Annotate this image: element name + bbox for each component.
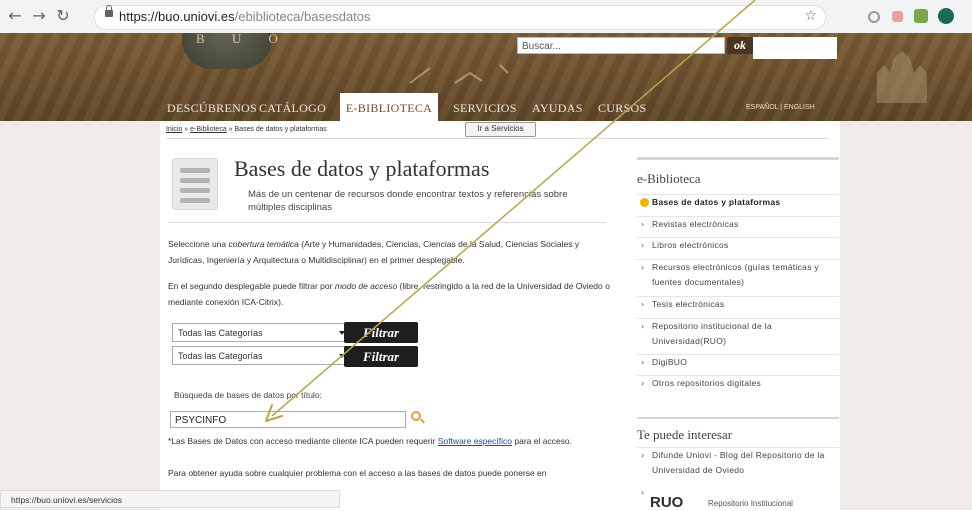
ir-a-servicios-button[interactable]: Ir a Servicios (465, 122, 536, 137)
chevron-right-icon: › (641, 241, 645, 250)
title-search-input[interactable]: PSYCINFO (170, 411, 406, 428)
address-bar[interactable]: https://buo.uniovi.es/ebiblioteca/basesd… (94, 5, 826, 30)
breadcrumb-divider (166, 138, 829, 139)
back-icon[interactable]: ← (6, 7, 24, 25)
nav-catalogo[interactable]: CATÁLOGO (259, 93, 326, 121)
extension-circle-icon[interactable] (868, 11, 880, 23)
chevron-right-icon: › (641, 358, 645, 367)
breadcrumb-inicio-link[interactable]: Inicio (166, 126, 182, 133)
instructions-paragraph-2: En el segundo desplegable puede filtrar … (168, 281, 610, 307)
breadcrumb-current: Bases de datos y plataformas (234, 126, 327, 133)
breadcrumb-separator: » (182, 126, 191, 133)
title-search-label: Búsqueda de bases de datos por título: (174, 390, 322, 400)
sidebar-item-repositorio[interactable]: › Repositorio institucional de la Univers… (637, 318, 839, 349)
language-switch[interactable]: ESPAÑOL | ENGLISH (746, 93, 815, 121)
chevron-right-icon: › (641, 220, 645, 229)
nav-ayudas[interactable]: AYUDAS (532, 93, 583, 121)
category-select[interactable]: Todas las Categorías (172, 323, 354, 342)
sidebar-item-libros[interactable]: › Libros electrónicos (637, 237, 839, 253)
page-title: Bases de datos y plataformas (234, 156, 490, 181)
extension-green-icon[interactable] (914, 9, 928, 23)
lock-icon (105, 5, 113, 17)
site-search-input[interactable]: Buscar... (517, 37, 725, 54)
ruo-logo-caption: Repositorio Institucional (708, 499, 793, 508)
category-select-value: Todas las Categorías (178, 328, 263, 338)
search-ok-button[interactable]: ok (727, 37, 753, 54)
nav-servicios[interactable]: SERVICIOS (453, 93, 517, 121)
search-icon[interactable] (411, 411, 421, 421)
sidebar-item-digibuo[interactable]: › DigiBUO (637, 354, 839, 370)
sidebar-item-difunde-uniovi[interactable]: › Difunde Uniovi - Blog del Repositorio d… (637, 447, 839, 478)
chevron-right-icon: › (641, 322, 645, 331)
nav-ebiblioteca[interactable]: E-BIBLIOTECA (340, 93, 438, 121)
castle-icon (877, 51, 927, 103)
sidebar-item-recursos[interactable]: › Recursos electrónicos (guías temáticas … (637, 259, 839, 290)
main-nav: DESCÚBRENOS CATÁLOGO E-BIBLIOTECA SERVIC… (160, 93, 840, 121)
sidebar-item-otros-repositorios[interactable]: › Otros repositorios digitales (637, 375, 839, 391)
content-divider (168, 222, 606, 223)
sidebar-interest-title: Te puede interesar (637, 427, 733, 442)
content-area: Inicio » e-Biblioteca » Bases de datos y… (160, 121, 840, 511)
reload-icon[interactable]: ↻ (54, 7, 72, 25)
ruo-logo[interactable]: RUO (650, 494, 683, 511)
filter-button-1[interactable]: Filtrar (344, 322, 418, 343)
software-especifico-link[interactable]: Software específico (438, 436, 512, 446)
logo-text: B U O (196, 33, 290, 46)
search-panel-background (753, 37, 837, 59)
page-subtitle: Más de un centenar de recursos donde enc… (248, 189, 568, 213)
chevron-right-icon: › (641, 263, 645, 272)
chevron-right-icon: › (641, 488, 645, 497)
breadcrumb-separator: » (226, 126, 235, 133)
chevron-right-icon: › (641, 300, 645, 309)
chevron-right-icon: › (641, 379, 645, 388)
active-dot-icon (640, 198, 649, 207)
filter-button-2[interactable]: Filtrar (344, 346, 418, 367)
browser-toolbar: ← → ↻ https://buo.uniovi.es/ebiblioteca/… (0, 0, 972, 34)
help-note: Para obtener ayuda sobre cualquier probl… (168, 468, 547, 478)
database-icon (172, 158, 218, 210)
profile-avatar-icon[interactable] (938, 8, 954, 24)
header-decoration-icon (409, 64, 509, 84)
instructions-paragraph-1: Seleccione una cobertura temática (Arte … (168, 239, 580, 265)
chevron-right-icon: › (641, 451, 645, 460)
extension-red-icon[interactable] (892, 11, 903, 22)
nav-cursos[interactable]: CURSOS (598, 93, 647, 121)
nav-descubrenos[interactable]: DESCÚBRENOS (167, 93, 257, 121)
breadcrumb-ebiblioteca-link[interactable]: e-Biblioteca (190, 126, 227, 133)
sidebar-item-revistas[interactable]: › Revistas electrónicas (637, 216, 839, 232)
page-background: Inicio » e-Biblioteca » Bases de datos y… (0, 121, 972, 511)
forward-icon[interactable]: → (30, 7, 48, 25)
ica-note: *Las Bases de Datos con acceso mediante … (168, 436, 573, 446)
bookmark-star-icon[interactable]: ☆ (804, 8, 817, 24)
access-mode-select[interactable]: Todas las Categorías (172, 346, 354, 365)
sidebar-section-rule (637, 417, 839, 419)
sidebar-item-tesis[interactable]: › Tesis electrónicas (637, 296, 839, 312)
sidebar-item-bases-de-datos[interactable]: Bases de datos y plataformas (637, 194, 839, 210)
url-text: https://buo.uniovi.es/ebiblioteca/basesd… (119, 9, 371, 24)
access-mode-select-value: Todas las Categorías (178, 351, 263, 361)
status-bar-url: https://buo.uniovi.es/servicios (0, 490, 340, 508)
breadcrumb: Inicio » e-Biblioteca » Bases de datos y… (166, 126, 327, 133)
sidebar-top-rule (637, 157, 839, 160)
sidebar-title: e-Biblioteca (637, 171, 701, 186)
site-header: B U O Buscar... ok DESCÚBRENOS CATÁLOGO … (0, 33, 972, 121)
